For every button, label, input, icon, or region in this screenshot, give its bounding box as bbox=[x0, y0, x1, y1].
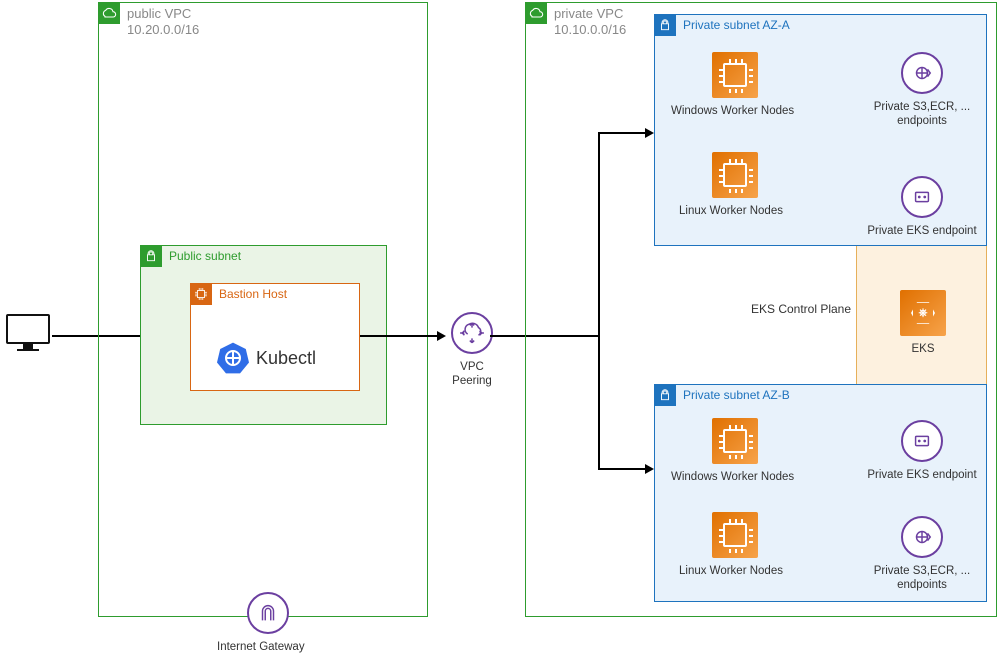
endpoint-icon bbox=[901, 420, 943, 462]
endpoint-icon bbox=[901, 176, 943, 218]
subnet-a-label: Private subnet AZ-A bbox=[683, 18, 790, 32]
pc-icon bbox=[6, 314, 50, 352]
ec2-icon bbox=[712, 418, 758, 464]
linux-nodes-b: Linux Worker Nodes bbox=[687, 512, 783, 578]
control-plane-text: EKS Control Plane bbox=[751, 302, 851, 316]
public-subnet-label: Public subnet bbox=[169, 249, 241, 263]
chip-icon bbox=[190, 283, 212, 305]
internet-gateway: Internet Gateway bbox=[233, 592, 303, 654]
s3-endpoint-b-label: Private S3,ECR, ... endpoints bbox=[864, 564, 980, 593]
linux-nodes-b-label: Linux Worker Nodes bbox=[679, 564, 783, 578]
kubectl-row: Kubectl bbox=[217, 342, 316, 374]
linux-nodes-a-label: Linux Worker Nodes bbox=[679, 204, 783, 218]
peering-label: VPC Peering bbox=[442, 360, 502, 389]
cloud-icon bbox=[98, 2, 120, 24]
public-vpc-cidr: 10.20.0.0/16 bbox=[127, 22, 199, 37]
win-nodes-b: Windows Worker Nodes bbox=[687, 418, 783, 484]
peering-icon bbox=[451, 312, 493, 354]
eks-control-plane-label: EKS Control Plane bbox=[746, 302, 856, 316]
kubernetes-icon bbox=[217, 342, 249, 374]
bastion-label: Bastion Host bbox=[219, 287, 287, 301]
lock-icon bbox=[654, 384, 676, 406]
lock-icon bbox=[654, 14, 676, 36]
public-vpc-label: public VPC 10.20.0.0/16 bbox=[127, 6, 199, 39]
ec2-icon bbox=[712, 152, 758, 198]
bastion-host: Bastion Host Kubectl bbox=[190, 283, 360, 391]
eks-endpoint-b: Private EKS endpoint bbox=[864, 420, 980, 482]
vpc-peering: VPC Peering bbox=[442, 312, 502, 389]
win-nodes-b-label: Windows Worker Nodes bbox=[671, 470, 783, 484]
subnet-b-label: Private subnet AZ-B bbox=[683, 388, 790, 402]
eks-icon: ⎈ bbox=[900, 290, 946, 336]
eks-service-label: EKS bbox=[898, 342, 948, 356]
eks-endpoint-a: Private EKS endpoint bbox=[864, 176, 980, 238]
ec2-icon bbox=[712, 52, 758, 98]
private-vpc-title: private VPC bbox=[554, 6, 623, 21]
cloud-icon bbox=[525, 2, 547, 24]
private-vpc-label: private VPC 10.10.0.0/16 bbox=[554, 6, 626, 39]
win-nodes-a: Windows Worker Nodes bbox=[687, 52, 783, 118]
igw-label: Internet Gateway bbox=[217, 640, 303, 654]
s3-endpoint-a-label: Private S3,ECR, ... endpoints bbox=[864, 100, 980, 129]
private-vpc-cidr: 10.10.0.0/16 bbox=[554, 22, 626, 37]
ec2-icon bbox=[712, 512, 758, 558]
endpoint-icon bbox=[901, 52, 943, 94]
client-pc bbox=[6, 314, 50, 352]
endpoint-icon bbox=[901, 516, 943, 558]
eks-endpoint-b-label: Private EKS endpoint bbox=[864, 468, 980, 482]
lock-icon bbox=[140, 245, 162, 267]
igw-icon bbox=[247, 592, 289, 634]
linux-nodes-a: Linux Worker Nodes bbox=[687, 152, 783, 218]
public-vpc-title: public VPC bbox=[127, 6, 191, 21]
kubectl-label: Kubectl bbox=[256, 348, 316, 369]
eks-endpoint-a-label: Private EKS endpoint bbox=[864, 224, 980, 238]
win-nodes-a-label: Windows Worker Nodes bbox=[671, 104, 783, 118]
arrow-bastion-peering bbox=[360, 335, 437, 337]
eks-service: ⎈ EKS bbox=[898, 290, 948, 356]
s3-endpoint-b: Private S3,ECR, ... endpoints bbox=[864, 516, 980, 593]
s3-endpoint-a: Private S3,ECR, ... endpoints bbox=[864, 52, 980, 129]
